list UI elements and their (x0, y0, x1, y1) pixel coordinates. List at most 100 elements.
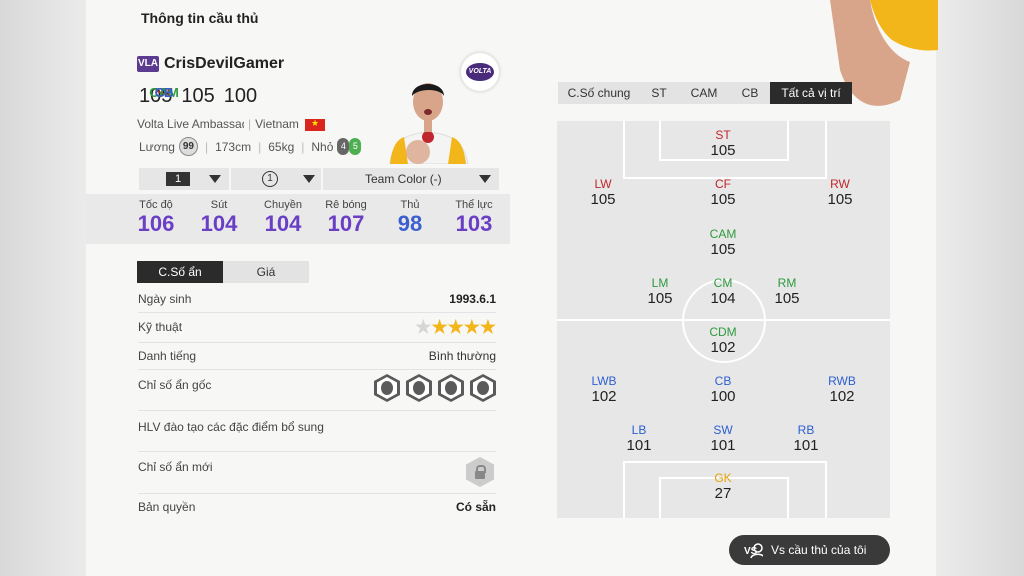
pos-cm: CM 104 (710, 276, 736, 307)
page-title: Thông tin cầu thủ (141, 10, 259, 26)
salary-label: Lương (139, 139, 175, 154)
reputation-label: Danh tiếng (138, 349, 197, 363)
stamina-trait-icon[interactable] (470, 374, 496, 402)
left-foot-value: 4 (337, 138, 350, 155)
club-logo-text: VOLTA (466, 63, 494, 81)
mind-trait-icon[interactable] (438, 374, 464, 402)
traits-icons (368, 374, 496, 407)
birth-row: Ngày sinh 1993.6.1 (138, 290, 496, 313)
team-name: Volta Live Ambassador (137, 117, 244, 131)
pos-rw: RW 105 (827, 177, 853, 208)
pos-rb: RB 101 (793, 423, 819, 454)
stat-label: Sút (210, 199, 228, 211)
star-icon: ★ (479, 317, 496, 337)
detail-tabs: C.Số ẩn Giá (137, 261, 309, 283)
pos-cdm: CDM 102 (709, 325, 737, 356)
physical-info-row: Lương 99 | 173cm | 65kg | Nhỏ 4 5 (139, 137, 362, 156)
traits-label: Chỉ số ẩn gốc (138, 378, 212, 392)
position-pitch: ST 105 LW 105 CF 105 RW 105 CAM 105 LM 105 CM 1… (557, 121, 890, 518)
pos-lw: LW 105 (590, 177, 616, 208)
tab-general[interactable]: C.Số chung (558, 82, 640, 104)
stat-value: 104 (200, 211, 238, 236)
star-icon: ★ (431, 317, 448, 337)
stat-value: 106 (137, 211, 175, 236)
player-portrait (389, 83, 469, 164)
level-value: 1 (166, 172, 190, 186)
pos-rwb: RWB 102 (828, 374, 856, 405)
tab-st[interactable]: ST (640, 82, 678, 104)
stat-value: 103 (455, 211, 493, 236)
skill-label: Kỹ thuật (138, 320, 183, 334)
stat-label: Rê bóng (325, 199, 367, 211)
stat-pace: Tốc độ 106 (124, 199, 188, 237)
stat-label: Chuyền (264, 199, 302, 211)
club-logo: VOLTA (461, 53, 499, 91)
pos-st: ST 105 (710, 128, 736, 159)
background-left (0, 0, 86, 576)
new-traits-label: Chỉ số ẩn mới (138, 460, 213, 474)
skill-row: Kỹ thuật ★★★★★ (138, 318, 496, 343)
pos-cb: CB 100 (710, 374, 736, 405)
license-label: Bản quyền (138, 500, 196, 514)
right-foot-value: 5 (349, 138, 362, 155)
vs-icon: VS (744, 543, 763, 559)
pos-rm: RM 105 (774, 276, 800, 307)
tab-hidden-stats[interactable]: C.Số ẩn (137, 261, 223, 283)
pos-cf: CF 105 (710, 177, 736, 208)
pos-lm: LM 105 (647, 276, 673, 307)
stat-value: 98 (397, 211, 423, 236)
compare-button-label: Vs cầu thủ của tôi (771, 543, 867, 557)
team-color-label: Team Color (-) (365, 172, 442, 186)
position-tabs: C.Số chung ST CAM CB Tất cả vị trí (558, 82, 852, 104)
salary-value: 99 (178, 137, 198, 156)
rating-pos-cb: CB (154, 85, 174, 100)
stat-passing: Chuyền 104 (251, 199, 315, 237)
stat-label: Thể lực (455, 199, 493, 211)
stat-defending: Thủ 98 (378, 199, 442, 237)
power-trait-icon[interactable] (406, 374, 432, 402)
pos-lwb: LWB 102 (591, 374, 617, 405)
skill-stars: ★★★★★ (415, 318, 496, 338)
weight-value: 65kg (268, 139, 295, 154)
team-nation-row: Volta Live Ambassador|Vietnam (137, 117, 325, 131)
level-selector[interactable]: 1 (139, 168, 229, 190)
team-color-selector[interactable]: Team Color (-) (323, 168, 499, 190)
pos-sw: SW 101 (710, 423, 736, 454)
star-icon: ★ (415, 317, 432, 337)
reputation-row: Danh tiếng Bình thường (138, 347, 496, 370)
vietnam-flag-icon (304, 118, 325, 131)
tab-price[interactable]: Giá (223, 261, 309, 283)
pos-cam: CAM 105 (709, 227, 737, 258)
rating-val-cb: 100 (223, 85, 258, 107)
star-icon: ★ (447, 317, 464, 337)
chevron-down-icon (209, 175, 221, 183)
stat-physical: Thể lực 103 (442, 199, 506, 237)
compare-my-player-button[interactable]: VS Vs cầu thủ của tôi (729, 535, 890, 565)
season-badge: VLA (137, 56, 159, 72)
birth-label: Ngày sinh (138, 292, 192, 306)
coach-label: HLV đào tạo các đặc điểm bổ sung (138, 420, 324, 434)
lock-icon (466, 457, 494, 487)
background-right (936, 0, 1024, 576)
pos-gk: GK 27 (714, 471, 732, 502)
chevron-down-icon (303, 175, 315, 183)
license-row: Bản quyền Có sẵn (138, 499, 496, 519)
traits-row: Chỉ số ẩn gốc (138, 374, 496, 411)
height-value: 173cm (215, 139, 252, 154)
finesse-trait-icon[interactable] (374, 374, 400, 402)
stat-label: Thủ (400, 199, 420, 211)
main-stats-bar: Tốc độ 106 Sút 104 Chuyền 104 Rê bóng 10… (86, 194, 510, 244)
nation-name: Vietnam (255, 117, 299, 131)
stat-value: 104 (264, 211, 302, 236)
tab-cam[interactable]: CAM (678, 82, 730, 104)
coach-row: HLV đào tạo các đặc điểm bổ sung (138, 419, 496, 452)
reputation-value: Bình thường (428, 349, 496, 363)
tab-cb[interactable]: CB (730, 82, 770, 104)
license-value: Có sẵn (455, 500, 496, 514)
pos-lb: LB 101 (626, 423, 652, 454)
upgrade-selector[interactable]: 1 (231, 168, 321, 190)
player-name: CrisDevilGamer (164, 55, 285, 72)
birth-value: 1993.6.1 (449, 292, 496, 306)
upgrade-value: 1 (262, 171, 278, 187)
tab-all-positions[interactable]: Tất cả vị trí (770, 82, 852, 104)
